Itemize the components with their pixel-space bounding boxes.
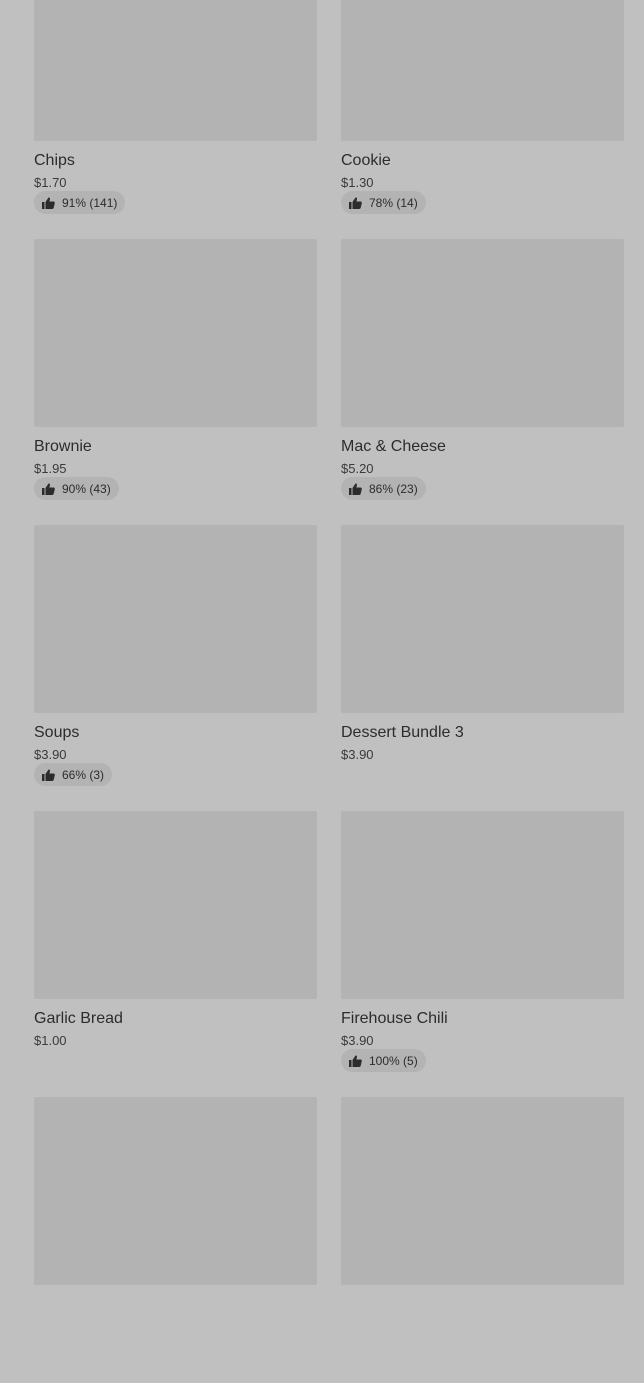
- rating-text: 100% (5): [369, 1053, 418, 1068]
- item-name: Brownie: [34, 438, 92, 455]
- rating-badge: 86% (23): [341, 477, 426, 500]
- rating-badge: 78% (14): [341, 191, 426, 214]
- item-name: Dessert Bundle 3: [341, 724, 464, 741]
- item-image-placeholder: [341, 1097, 624, 1285]
- item-price: $3.90: [34, 747, 67, 762]
- item-image-placeholder: [341, 0, 624, 141]
- rating-text: 90% (43): [62, 481, 111, 496]
- item-price: $5.20: [341, 461, 374, 476]
- item-price: $3.90: [341, 1033, 374, 1048]
- item-name: Firehouse Chili: [341, 1010, 448, 1027]
- menu-item-card-firehouse-chili[interactable]: Firehouse Chili $3.90 100% (5): [341, 811, 624, 1097]
- thumbs-up-icon: [349, 196, 362, 209]
- item-image-placeholder: [34, 239, 317, 427]
- item-image-placeholder: [34, 0, 317, 141]
- thumbs-up-icon: [42, 196, 55, 209]
- item-image-placeholder: [34, 1097, 317, 1285]
- thumbs-up-icon: [349, 482, 362, 495]
- thumbs-up-icon: [349, 1054, 362, 1067]
- menu-item-card-soups[interactable]: Soups $3.90 66% (3): [34, 525, 317, 811]
- thumbs-up-icon: [42, 482, 55, 495]
- menu-item-card-garlic-bread[interactable]: Garlic Bread $1.00: [34, 811, 317, 1097]
- menu-item-card-brownie[interactable]: Brownie $1.95 90% (43): [34, 239, 317, 525]
- menu-item-card[interactable]: [341, 1097, 624, 1383]
- item-image-placeholder: [34, 811, 317, 999]
- item-price: $3.90: [341, 747, 374, 762]
- item-price: $1.70: [34, 175, 67, 190]
- item-image-placeholder: [341, 239, 624, 427]
- menu-item-card-dessert-bundle-3[interactable]: Dessert Bundle 3 $3.90: [341, 525, 624, 811]
- item-image-placeholder: [34, 525, 317, 713]
- item-name: Mac & Cheese: [341, 438, 446, 455]
- item-name: Garlic Bread: [34, 1010, 123, 1027]
- item-name: Cookie: [341, 152, 391, 169]
- menu-item-card-cookie[interactable]: Cookie $1.30 78% (14): [341, 0, 624, 239]
- item-price: $1.95: [34, 461, 67, 476]
- rating-text: 91% (141): [62, 195, 118, 210]
- rating-badge: 100% (5): [341, 1049, 426, 1072]
- rating-badge: 66% (3): [34, 763, 113, 786]
- item-name: Chips: [34, 152, 75, 169]
- menu-item-card-chips[interactable]: Chips $1.70 91% (141): [34, 0, 317, 239]
- thumbs-up-icon: [42, 768, 55, 781]
- rating-text: 66% (3): [62, 767, 105, 782]
- item-price: $1.00: [34, 1033, 67, 1048]
- item-image-placeholder: [341, 525, 624, 713]
- rating-badge: 90% (43): [34, 477, 119, 500]
- rating-text: 86% (23): [369, 481, 418, 496]
- menu-item-card-mac-and-cheese[interactable]: Mac & Cheese $5.20 86% (23): [341, 239, 624, 525]
- item-price: $1.30: [341, 175, 374, 190]
- item-image-placeholder: [341, 811, 624, 999]
- menu-item-card[interactable]: [34, 1097, 317, 1383]
- item-name: Soups: [34, 724, 80, 741]
- rating-text: 78% (14): [369, 195, 418, 210]
- rating-badge: 91% (141): [34, 191, 126, 214]
